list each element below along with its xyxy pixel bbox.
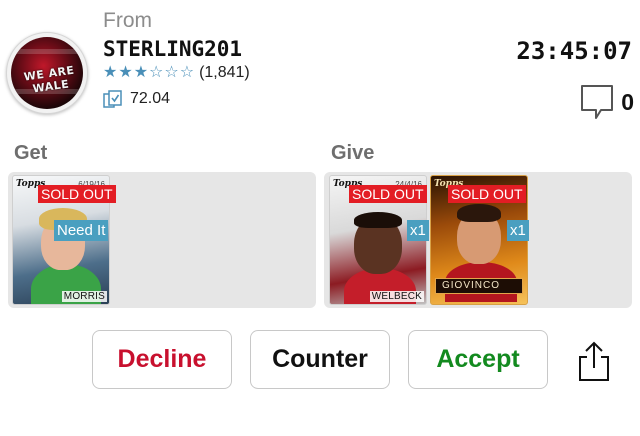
user-rating: ★ ★ ★ ☆ ☆ ☆ (1,841): [103, 63, 250, 83]
sold-out-badge: SOLD OUT: [349, 185, 427, 203]
player-name: MORRIS: [61, 291, 107, 302]
star-empty-icon: ☆: [179, 64, 195, 81]
need-it-tag: Need It: [54, 220, 109, 241]
comments-button[interactable]: 0: [579, 82, 634, 122]
from-label: From: [103, 9, 152, 32]
speech-bubble-icon: [581, 85, 614, 119]
user-score: 72.04: [103, 89, 170, 109]
decline-button[interactable]: Decline: [92, 330, 232, 389]
player-name: WELBECK: [369, 291, 424, 302]
player-name: GIOVINCO: [435, 278, 523, 294]
rating-count: (1,841): [199, 64, 250, 81]
give-label: Give: [331, 142, 375, 164]
trade-timer: 23:45:07: [516, 37, 632, 65]
username[interactable]: STERLING201: [103, 37, 242, 61]
star-filled-icon: ★: [118, 64, 133, 81]
avatar-image: WE ARE WALE: [11, 37, 83, 109]
counter-button[interactable]: Counter: [250, 330, 390, 389]
get-label: Get: [14, 142, 48, 164]
quantity-tag: x1: [407, 220, 429, 241]
accept-button[interactable]: Accept: [408, 330, 548, 389]
star-filled-icon: ★: [133, 64, 149, 81]
avatar[interactable]: WE ARE WALE: [6, 32, 88, 114]
quantity-tag: x1: [507, 220, 529, 241]
card-collection-icon: [103, 90, 122, 108]
sold-out-badge: SOLD OUT: [448, 185, 526, 203]
star-filled-icon: ★: [103, 64, 118, 81]
score-value: 72.04: [130, 90, 171, 107]
star-empty-icon: ☆: [164, 64, 179, 81]
comment-count: 0: [621, 88, 634, 115]
sold-out-badge: SOLD OUT: [38, 185, 116, 203]
give-panel: Topps 24/4/16 WELBECK SOLD OUT x1 Topps …: [324, 172, 632, 308]
star-empty-icon: ☆: [149, 64, 164, 81]
share-icon[interactable]: [576, 340, 612, 382]
get-panel: Topps 6/19/16 MORRIS SOLD OUT Need It: [8, 172, 316, 308]
